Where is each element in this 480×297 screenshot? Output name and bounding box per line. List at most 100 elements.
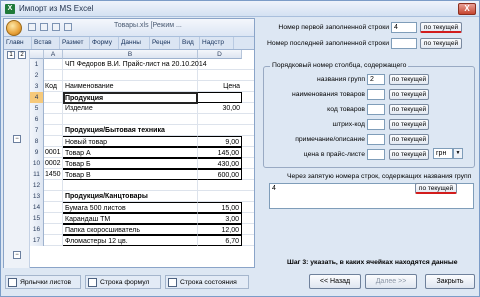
redo-icon[interactable] — [52, 23, 60, 31]
cell-code[interactable]: 1450 — [44, 169, 63, 180]
sheet-tabs-checkbox[interactable]: Ярлычки листов — [8, 276, 71, 288]
checkbox-icon[interactable] — [8, 277, 17, 287]
cell-code[interactable] — [44, 70, 63, 81]
sheet-row[interactable]: 6 — [30, 114, 254, 125]
sheet-row[interactable]: 17 Фломастеры 12 цв. 6,70 — [30, 235, 254, 246]
row-number[interactable]: 7 — [30, 125, 44, 136]
cell-name[interactable]: Продукция/Канцтовары — [63, 191, 198, 202]
currency-select[interactable]: грн — [433, 148, 453, 159]
row-number[interactable]: 9 — [30, 147, 44, 158]
row-number[interactable]: 1 — [30, 59, 44, 70]
column-field-input[interactable] — [367, 149, 385, 160]
ribbon-tab-layout[interactable]: Размет — [60, 37, 90, 49]
cell-name[interactable]: Папка скоросшиватель — [63, 224, 198, 235]
close-window-button[interactable]: X — [458, 3, 476, 15]
cell-code[interactable] — [44, 103, 63, 114]
row-number[interactable]: 2 — [30, 70, 44, 81]
cell-code[interactable] — [44, 191, 63, 202]
office-button-icon[interactable] — [6, 20, 22, 36]
checkbox-icon[interactable] — [168, 277, 177, 287]
cell-code[interactable] — [44, 59, 63, 70]
cell-code[interactable] — [44, 114, 63, 125]
sheet-row[interactable]: 13 Продукция/Канцтовары — [30, 191, 254, 202]
column-field-input[interactable] — [367, 104, 385, 115]
row-number[interactable]: 17 — [30, 235, 44, 246]
cell-price[interactable]: 15,00 — [198, 202, 242, 213]
sheet-row[interactable]: 11 1450 Товар В 600,00 — [30, 169, 254, 180]
row-number[interactable]: 5 — [30, 103, 44, 114]
cell-price[interactable] — [198, 125, 242, 136]
cell-price[interactable]: Цена — [198, 81, 242, 92]
cell-name[interactable]: Продукция/Бытовая техника — [63, 125, 198, 136]
next-button[interactable]: Далее >> — [365, 274, 417, 289]
select-all-corner[interactable] — [30, 50, 44, 59]
ribbon-tab-insert[interactable]: Встав — [32, 37, 60, 49]
sheet-row[interactable]: 5 Изделие 30,00 — [30, 103, 254, 114]
close-button[interactable]: Закрыть — [425, 274, 475, 289]
column-field-current-button[interactable]: по текущей — [389, 149, 429, 160]
cell-price[interactable] — [198, 92, 242, 103]
undo-icon[interactable] — [40, 23, 48, 31]
first-row-current-button[interactable]: по текущей — [420, 22, 462, 33]
last-row-input[interactable] — [391, 38, 417, 49]
row-number[interactable]: 14 — [30, 202, 44, 213]
cell-code[interactable] — [44, 125, 63, 136]
row-number[interactable]: 16 — [30, 224, 44, 235]
sheet-row[interactable]: 1 ЧП Федоров В.И. Прайс-лист на 20.10.201… — [30, 59, 254, 70]
cell-name[interactable]: Бумага 500 листов — [63, 202, 198, 213]
cell-price[interactable]: 30,00 — [198, 103, 242, 114]
cell-name[interactable]: Товар А — [63, 147, 198, 158]
ribbon-tab-view[interactable]: Вид — [180, 37, 200, 49]
sheet-row[interactable]: 8 Новый товар 9,00 — [30, 136, 254, 147]
ribbon-tab-addins[interactable]: Надстр — [200, 37, 234, 49]
sheet-row[interactable]: 12 — [30, 180, 254, 191]
sheet-grid[interactable]: 1 2 − − A B D 1 ЧП Федоров В.И. Прайс-лис… — [4, 50, 254, 268]
row-number[interactable]: 6 — [30, 114, 44, 125]
sheet-row[interactable]: 10 0002 Товар Б 430,00 — [30, 158, 254, 169]
cell-price[interactable]: 6,70 — [198, 235, 242, 246]
back-button[interactable]: << Назад — [309, 274, 361, 289]
cell-code[interactable] — [44, 235, 63, 246]
ribbon-tab-home[interactable]: Главн — [4, 37, 32, 49]
collapse-group-icon[interactable]: − — [13, 251, 21, 259]
first-row-input[interactable]: 4 — [391, 22, 417, 33]
sheet-row[interactable]: 3 Код Наименование Цена — [30, 81, 254, 92]
ribbon-tab-review[interactable]: Рецен — [150, 37, 180, 49]
cell-name[interactable] — [63, 180, 198, 191]
cell-name[interactable]: Фломастеры 12 цв. — [63, 235, 198, 246]
sheet-row[interactable]: 2 — [30, 70, 254, 81]
ribbon-tab-data[interactable]: Данны — [119, 37, 150, 49]
column-field-input[interactable] — [367, 89, 385, 100]
collapse-group-icon[interactable]: − — [13, 135, 21, 143]
column-header-b[interactable]: B — [63, 50, 198, 59]
cell-price[interactable]: 9,00 — [198, 136, 242, 147]
column-field-current-button[interactable]: по текущей — [389, 74, 429, 85]
cell-name[interactable]: Наименование — [63, 81, 198, 92]
cell-price[interactable] — [198, 180, 242, 191]
cell-code[interactable] — [44, 136, 63, 147]
row-number[interactable]: 4 — [30, 92, 44, 103]
groups-rows-current-button[interactable]: по текущей — [415, 183, 457, 194]
cell-name[interactable]: Изделие — [63, 103, 198, 114]
cell-name[interactable]: Новый товар — [63, 136, 198, 147]
row-number[interactable]: 11 — [30, 169, 44, 180]
column-field-input[interactable]: 2 — [367, 74, 385, 85]
status-bar-checkbox[interactable]: Строка состояния — [168, 276, 237, 288]
cell-name[interactable]: ЧП Федоров В.И. Прайс-лист на 20.10.2014 — [63, 59, 207, 70]
cell-code[interactable] — [44, 180, 63, 191]
row-number[interactable]: 15 — [30, 213, 44, 224]
column-field-input[interactable] — [367, 134, 385, 145]
sheet-row[interactable]: 9 0001 Товар А 145,00 — [30, 147, 254, 158]
row-number[interactable]: 8 — [30, 136, 44, 147]
column-field-current-button[interactable]: по текущей — [389, 104, 429, 115]
cell-code[interactable] — [44, 92, 63, 103]
checkbox-icon[interactable] — [88, 277, 97, 287]
cell-name[interactable] — [63, 114, 198, 125]
cell-name[interactable]: Товар В — [63, 169, 198, 180]
ribbon-tab-formulas[interactable]: Форму — [90, 37, 119, 49]
sheet-row[interactable]: 14 Бумага 500 листов 15,00 — [30, 202, 254, 213]
column-field-current-button[interactable]: по текущей — [389, 89, 429, 100]
chevron-down-icon[interactable]: ▼ — [453, 148, 463, 159]
cell-name[interactable] — [63, 70, 198, 81]
excel-viewer[interactable]: Товары.xls [Режим ... Главн Встав Размет… — [3, 18, 255, 268]
